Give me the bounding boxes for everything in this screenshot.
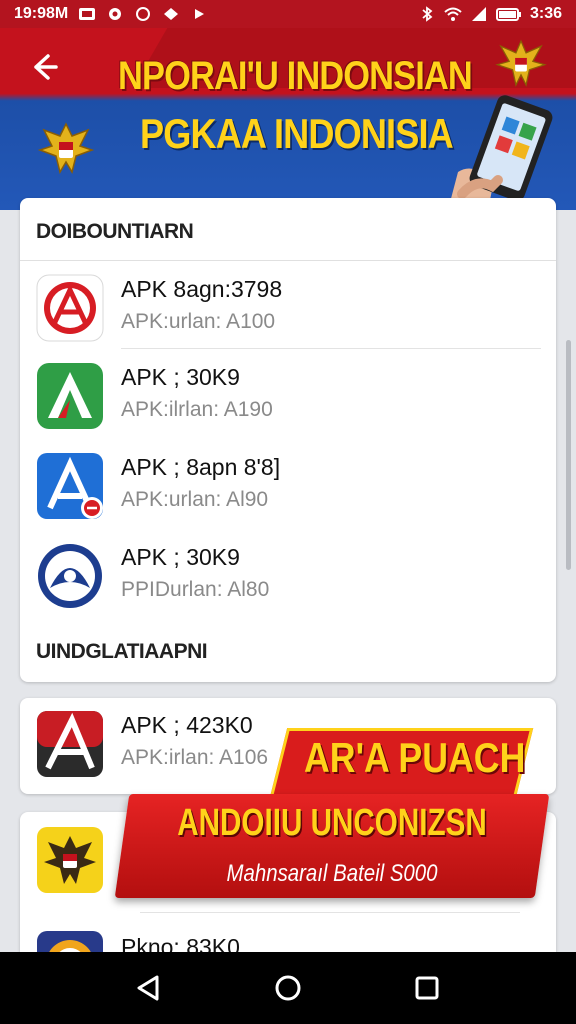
settings-icon: [106, 6, 124, 22]
wifi-icon: [444, 6, 462, 22]
back-button[interactable]: [26, 50, 60, 84]
divider: [121, 348, 541, 349]
red-a-app-icon: [36, 274, 104, 342]
blue-a-app-icon: [37, 453, 103, 519]
garuda-emblem-icon: [37, 122, 95, 174]
section-heading-updates: UINDGLATIAAPNI: [36, 640, 208, 663]
downloads-card: DOIBOUNTIARN APK 8agn:3798 APK:urlan: A1…: [20, 198, 556, 682]
status-time-right: 3:36: [529, 5, 562, 22]
phone-in-hand-illustration: [448, 95, 553, 210]
banner-title-line2: PGKAA INDONISIA: [140, 110, 454, 157]
nav-back-button[interactable]: [129, 968, 169, 1008]
triangle-back-icon: [137, 975, 159, 1001]
app-title: APK ; 30K9: [121, 364, 240, 390]
promo-sub-text: Mahnsaraıl Bateil S000: [226, 860, 438, 887]
status-time: 19:98M: [14, 5, 69, 22]
circle-home-icon: [275, 975, 301, 1001]
back-arrow-icon: [34, 54, 58, 80]
notification-icon: [78, 6, 96, 22]
nav-home-button[interactable]: [268, 968, 308, 1008]
promo-top-text: AR'A PUACH: [304, 734, 526, 781]
divider: [20, 260, 556, 261]
app-subtitle: APK:urlan: Al90: [121, 488, 269, 511]
app-subtitle: APK:urlan: A100: [121, 310, 276, 333]
promo-main-text: ANDOIIU UNCONIZSN: [177, 802, 487, 844]
banner-title-line1: NPORAI'U INDONSIAN: [118, 54, 473, 98]
app-title: APK 8agn:3798: [121, 276, 283, 302]
app-title: APK ; 8apn 8'8]: [121, 454, 281, 480]
app-list-item[interactable]: APK ; 8apn 8'8] APK:urlan: Al90: [36, 448, 546, 528]
signal-icon: [470, 6, 488, 22]
app-notification-icon: [134, 6, 152, 22]
battery-icon: [495, 6, 522, 22]
app-list-item[interactable]: APK ; 30K9 APK:ilrlan: A190: [36, 358, 546, 438]
garuda-app-icon: [37, 827, 103, 893]
scrollbar[interactable]: [566, 340, 571, 570]
dark-red-a-app-icon: [37, 711, 103, 777]
square-recents-icon: [415, 976, 439, 1000]
play-icon: [190, 6, 208, 22]
drive-icon: [162, 6, 180, 22]
app-list-item[interactable]: APK ; 30K9 PPIDurlan: Al80: [36, 538, 546, 618]
green-a-app-icon: [37, 363, 103, 429]
header-banner: NPORAI'U INDONSIAN PGKAA INDONISIA: [0, 28, 576, 210]
status-bar: 19:98M 3:36: [0, 0, 576, 28]
nav-recents-button[interactable]: [407, 968, 447, 1008]
bluetooth-icon: [418, 6, 436, 22]
promo-sticker[interactable]: AR'A PUACH ANDOIIU UNCONIZSN Mahnsaraıl …: [114, 720, 568, 920]
navy-circle-app-icon: [38, 544, 102, 608]
app-subtitle: PPIDurlan: Al80: [121, 578, 270, 601]
system-nav-bar: [0, 952, 576, 1024]
app-list-item[interactable]: APK 8agn:3798 APK:urlan: A100: [36, 270, 546, 350]
app-title: APK ; 30K9: [121, 544, 240, 570]
app-subtitle: APK:ilrlan: A190: [121, 398, 273, 421]
garuda-emblem-icon: [495, 39, 547, 87]
section-heading-downloads: DOIBOUNTIARN: [36, 220, 194, 243]
